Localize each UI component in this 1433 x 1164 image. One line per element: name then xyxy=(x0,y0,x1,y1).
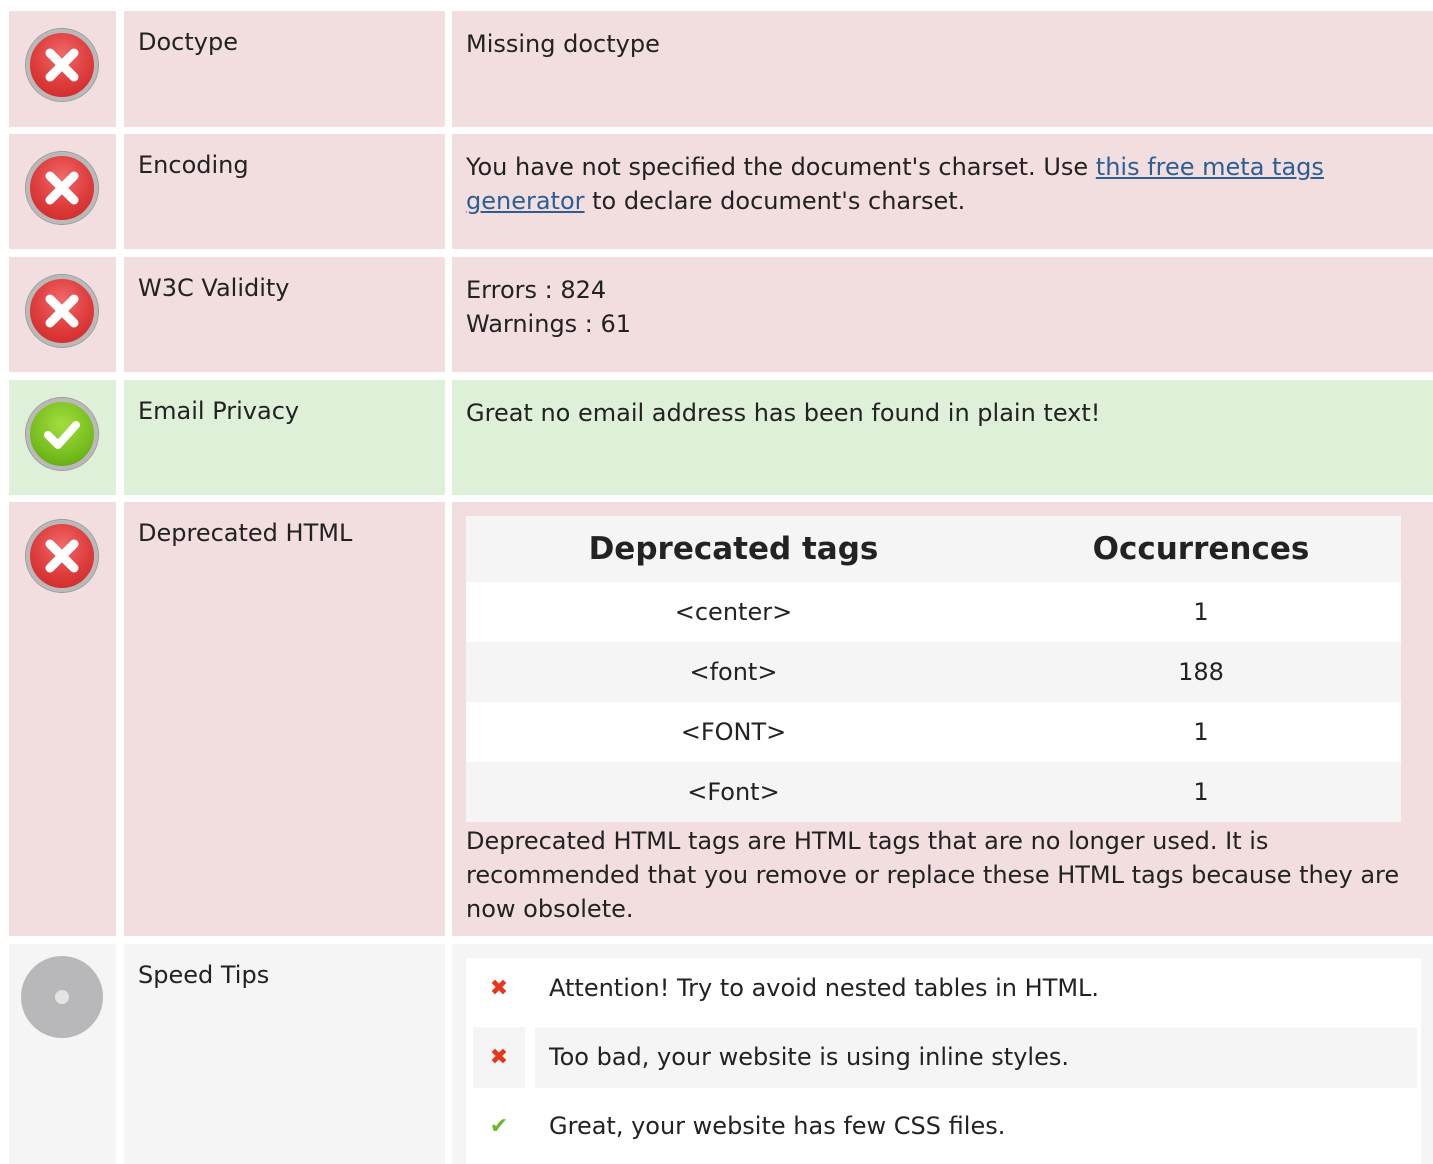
row-content: Missing doctype xyxy=(452,11,1433,127)
status-cell xyxy=(9,134,116,249)
row-content: Deprecated tags Occurrences <center> 1 <… xyxy=(452,502,1433,936)
count-cell: 1 xyxy=(1000,702,1401,762)
row-encoding: Encoding You have not specified the docu… xyxy=(0,134,1433,249)
row-label: Speed Tips xyxy=(124,944,445,1164)
info-circle-icon xyxy=(21,956,103,1038)
encoding-text-before: You have not specified the document's ch… xyxy=(466,153,1096,181)
error-icon xyxy=(26,29,98,101)
error-icon xyxy=(26,152,98,224)
row-content: You have not specified the document's ch… xyxy=(452,134,1433,249)
column-header-tags: Deprecated tags xyxy=(466,516,1001,582)
speed-tips-list: ✖ Attention! Try to avoid nested tables … xyxy=(466,958,1421,1164)
status-cell xyxy=(9,11,116,127)
row-label: Encoding xyxy=(124,134,445,249)
column-header-occurrences: Occurrences xyxy=(1000,516,1401,582)
row-email-privacy: Email Privacy Great no email address has… xyxy=(0,380,1433,495)
row-content: ✖ Attention! Try to avoid nested tables … xyxy=(452,944,1433,1164)
row-doctype: Doctype Missing doctype xyxy=(0,11,1433,127)
cross-icon: ✖ xyxy=(489,976,509,1001)
row-label: Email Privacy xyxy=(124,380,445,495)
row-label: Deprecated HTML xyxy=(124,502,445,936)
tip-text: Attention! Try to avoid nested tables in… xyxy=(549,974,1100,1002)
check-icon: ✔ xyxy=(489,1114,509,1139)
row-deprecated-html: Deprecated HTML Deprecated tags Occurren… xyxy=(0,502,1433,936)
row-content: Errors : 824 Warnings : 61 xyxy=(452,257,1433,372)
list-item: ✔ Great, your website has few CSS files. xyxy=(466,1096,1421,1157)
tag-cell: <FONT> xyxy=(466,702,1001,762)
row-w3c-validity: W3C Validity Errors : 824 Warnings : 61 xyxy=(0,257,1433,372)
tag-cell: <center> xyxy=(466,582,1001,642)
w3c-errors: Errors : 824 xyxy=(466,276,607,304)
cross-icon: ✖ xyxy=(473,1027,525,1088)
status-cell xyxy=(9,257,116,372)
row-speed-tips: Speed Tips ✖ Attention! Try to avoid nes… xyxy=(0,944,1433,1164)
count-cell: 188 xyxy=(1000,642,1401,702)
tag-cell: <font> xyxy=(466,642,1001,702)
table-row: <center> 1 xyxy=(466,582,1401,642)
status-cell xyxy=(9,944,116,1164)
seo-report: Doctype Missing doctype Encoding You hav… xyxy=(0,0,1433,1164)
count-cell: 1 xyxy=(1000,762,1401,822)
table-row: <Font> 1 xyxy=(466,762,1401,822)
tag-cell: <Font> xyxy=(466,762,1001,822)
table-row: <FONT> 1 xyxy=(466,702,1401,762)
list-item: ✖ Attention! Try to avoid nested tables … xyxy=(466,958,1421,1019)
row-label: Doctype xyxy=(124,11,445,127)
row-label: W3C Validity xyxy=(124,257,445,372)
check-circle-icon xyxy=(26,398,98,470)
deprecated-tags-table: Deprecated tags Occurrences <center> 1 <… xyxy=(466,516,1401,822)
status-cell xyxy=(9,380,116,495)
status-cell xyxy=(9,502,116,936)
list-item: ✖ Too bad, your website is using inline … xyxy=(466,1027,1421,1088)
table-row: <font> 188 xyxy=(466,642,1401,702)
error-icon xyxy=(26,520,98,592)
encoding-text-after: to declare document's charset. xyxy=(584,187,966,215)
count-cell: 1 xyxy=(1000,582,1401,642)
deprecated-note: Deprecated HTML tags are HTML tags that … xyxy=(466,827,1400,923)
tip-text: Great, your website has few CSS files. xyxy=(549,1112,1006,1140)
row-content: Great no email address has been found in… xyxy=(452,380,1433,495)
tip-text: Too bad, your website is using inline st… xyxy=(535,1027,1417,1088)
w3c-warnings: Warnings : 61 xyxy=(466,310,632,338)
error-icon xyxy=(26,275,98,347)
dot xyxy=(55,990,69,1004)
